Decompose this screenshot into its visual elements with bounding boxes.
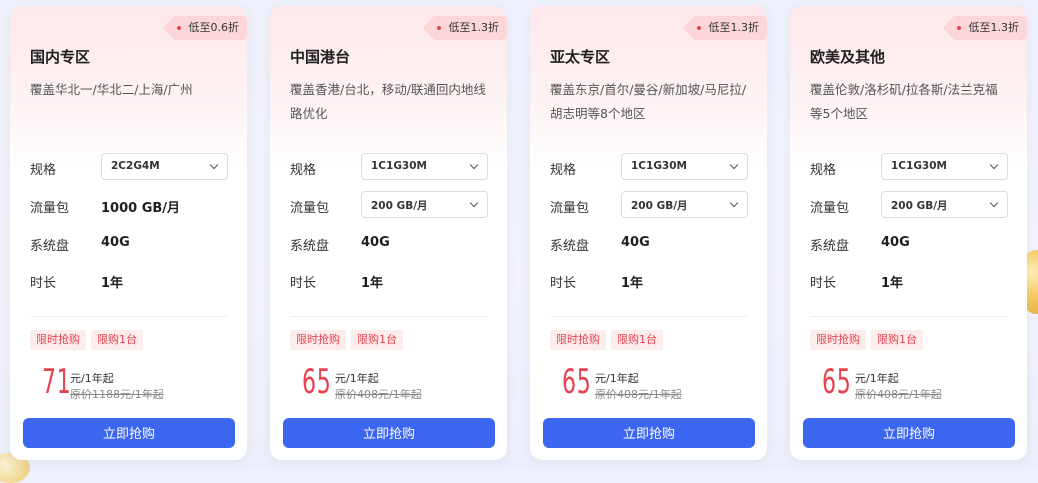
price-unit: 元/1年起 [595,372,639,385]
disk-label: 系统盘 [810,239,850,254]
card-description: 覆盖东京/首尔/曼谷/新加坡/马尼拉/胡志明等8个地区 [550,82,747,121]
purchase-limit-tag: 限购1台 [871,330,923,350]
duration-value: 1年 [101,276,124,291]
traffic-select[interactable]: 200 GB/月 [881,191,1008,218]
card-title: 亚太专区 [550,48,611,66]
buy-now-button[interactable]: 立即抢购 [283,418,495,448]
chevron-down-icon [209,160,219,170]
original-price: 原价1188元/1年起 [70,388,164,401]
duration-label: 时长 [30,276,57,291]
chevron-down-icon [729,160,739,170]
spec-select-value: 1C1G30M [631,160,687,172]
card-description: 覆盖华北一/华北二/上海/广州 [30,82,193,97]
traffic-label: 流量包 [810,201,850,216]
flash-sale-tag: 限时抢购 [290,330,346,350]
chevron-down-icon [729,198,739,208]
spec-label: 规格 [550,163,577,178]
disk-value: 40G [621,235,650,250]
divider [550,316,747,317]
traffic-select-value: 200 GB/月 [371,200,428,212]
spec-select[interactable]: 1C1G30M [621,153,748,180]
discount-badge: 低至0.6折 [162,16,247,40]
discount-badge-text: 低至1.3折 [968,21,1020,34]
disk-label: 系统盘 [30,239,70,254]
spec-select[interactable]: 1C1G30M [361,153,488,180]
traffic-select[interactable]: 200 GB/月 [621,191,748,218]
chevron-down-icon [989,160,999,170]
discount-badge: 低至1.3折 [682,16,767,40]
spec-label: 规格 [810,163,837,178]
disk-label: 系统盘 [290,239,330,254]
discount-badge-text: 低至0.6折 [188,21,240,34]
chevron-down-icon [989,198,999,208]
card-title: 国内专区 [30,48,91,66]
spec-select[interactable]: 2C2G4M [101,153,228,180]
spec-select-value: 1C1G30M [891,160,947,172]
card-description: 覆盖伦敦/洛杉矶/拉各斯/法兰克福等5个地区 [810,82,998,121]
flash-sale-tag: 限时抢购 [550,330,606,350]
traffic-value: 1000 GB/月 [101,201,181,216]
price-unit: 元/1年起 [335,372,379,385]
traffic-label: 流量包 [290,201,330,216]
card-title: 欧美及其他 [810,48,886,66]
price-unit: 元/1年起 [70,372,114,385]
purchase-limit-tag: 限购1台 [611,330,663,350]
traffic-label: 流量包 [30,201,70,216]
card-title: 中国港台 [290,48,351,66]
price-unit: 元/1年起 [855,372,899,385]
duration-value: 1年 [361,276,384,291]
disk-label: 系统盘 [550,239,590,254]
spec-select[interactable]: 1C1G30M [881,153,1008,180]
buy-now-button[interactable]: 立即抢购 [803,418,1015,448]
purchase-limit-tag: 限购1台 [91,330,143,350]
duration-value: 1年 [621,276,644,291]
divider [810,316,1007,317]
spec-label: 规格 [30,163,57,178]
original-price: 原价408元/1年起 [855,388,942,401]
spec-select-value: 2C2G4M [111,160,160,172]
divider [30,316,227,317]
chevron-down-icon [469,198,479,208]
traffic-label: 流量包 [550,201,590,216]
duration-value: 1年 [881,276,904,291]
product-card-hk-tw: 低至1.3折 中国港台 覆盖香港/台北，移动/联通回内地线路优化 规格 1C1G… [270,6,507,460]
original-price: 原价408元/1年起 [335,388,422,401]
buy-now-button[interactable]: 立即抢购 [23,418,235,448]
discount-badge: 低至1.3折 [422,16,507,40]
spec-label: 规格 [290,163,317,178]
buy-now-button[interactable]: 立即抢购 [543,418,755,448]
card-description: 覆盖香港/台北，移动/联通回内地线路优化 [290,82,486,121]
discount-badge: 低至1.3折 [942,16,1027,40]
price-value: 65 [562,362,592,402]
chevron-down-icon [469,160,479,170]
disk-value: 40G [361,235,390,250]
discount-badge-text: 低至1.3折 [708,21,760,34]
flash-sale-tag: 限时抢购 [30,330,86,350]
traffic-select-value: 200 GB/月 [631,200,688,212]
product-card-apac: 低至1.3折 亚太专区 覆盖东京/首尔/曼谷/新加坡/马尼拉/胡志明等8个地区 … [530,6,767,460]
disk-value: 40G [881,235,910,250]
price-value: 65 [302,362,332,402]
product-card-europe-america: 低至1.3折 欧美及其他 覆盖伦敦/洛杉矶/拉各斯/法兰克福等5个地区 规格 1… [790,6,1027,460]
product-card-domestic: 低至0.6折 国内专区 覆盖华北一/华北二/上海/广州 规格 2C2G4M 流量… [10,6,247,460]
flash-sale-tag: 限时抢购 [810,330,866,350]
duration-label: 时长 [810,276,837,291]
disk-value: 40G [101,235,130,250]
price-value: 65 [822,362,852,402]
spec-select-value: 1C1G30M [371,160,427,172]
discount-badge-text: 低至1.3折 [448,21,500,34]
duration-label: 时长 [550,276,577,291]
divider [290,316,487,317]
duration-label: 时长 [290,276,317,291]
original-price: 原价408元/1年起 [595,388,682,401]
price-value: 71 [42,362,72,402]
purchase-limit-tag: 限购1台 [351,330,403,350]
traffic-select-value: 200 GB/月 [891,200,948,212]
traffic-select[interactable]: 200 GB/月 [361,191,488,218]
